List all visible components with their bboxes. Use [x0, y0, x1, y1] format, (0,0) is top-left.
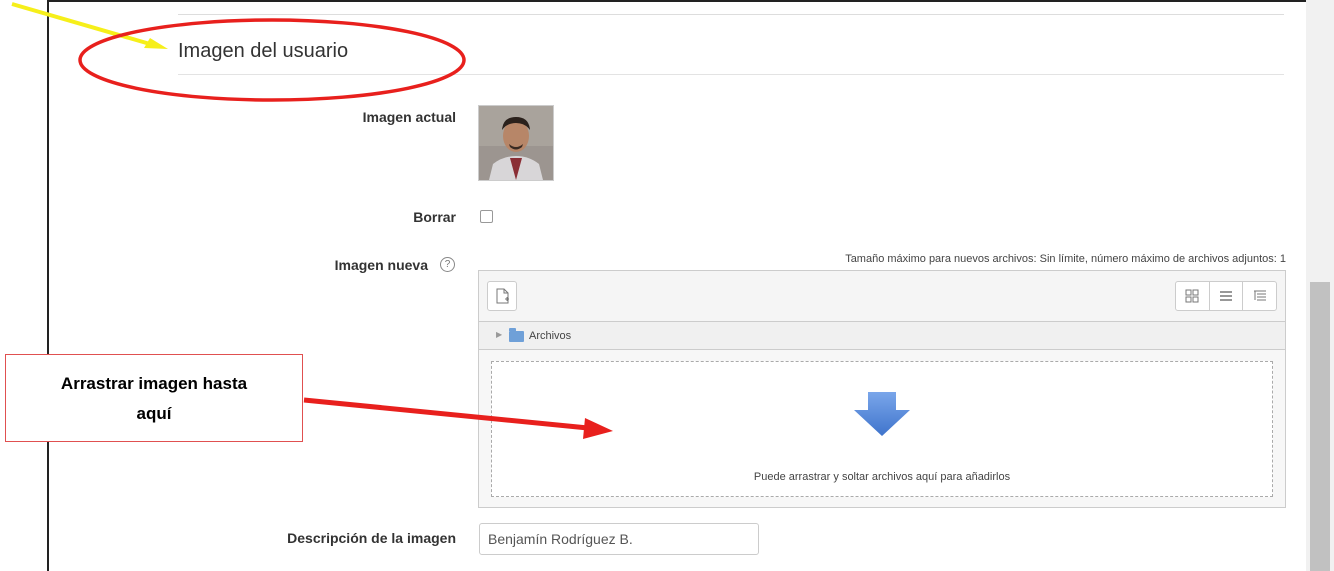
current-image-label: Imagen actual — [362, 109, 456, 125]
add-file-icon — [496, 288, 509, 304]
grid-view-icon — [1185, 289, 1199, 303]
callout-line-1: Arrastrar imagen hasta — [60, 374, 248, 393]
max-file-size-info: Tamaño máximo para nuevos archivos: Sin … — [845, 253, 1286, 265]
section-divider — [178, 74, 1284, 75]
delete-checkbox[interactable] — [480, 210, 493, 223]
add-file-button[interactable] — [487, 281, 517, 311]
path-folder-name[interactable]: Archivos — [529, 330, 571, 342]
file-picker-path: ▶ Archivos — [479, 322, 1285, 350]
file-drop-zone[interactable]: Puede arrastrar y soltar archivos aquí p… — [491, 361, 1273, 497]
annotation-callout-box: Arrastrar imagen hasta aquí — [5, 354, 303, 442]
drop-arrow-icon — [854, 392, 910, 436]
user-photo — [478, 105, 554, 181]
view-toggle-group — [1175, 281, 1277, 311]
section-header-imagen-usuario[interactable]: Imagen del usuario — [178, 40, 348, 63]
new-image-label: Imagen nueva — [334, 257, 428, 273]
list-view-icon — [1220, 291, 1232, 301]
folder-icon — [509, 328, 524, 342]
question-circle-icon[interactable]: ? — [440, 257, 455, 272]
list-view-button[interactable] — [1210, 282, 1244, 310]
image-description-label: Descripción de la imagen — [287, 530, 456, 546]
tree-view-button[interactable] — [1243, 282, 1276, 310]
tree-view-icon — [1253, 290, 1266, 301]
file-picker: ▶ Archivos Puede arrastrar y soltar arch… — [478, 270, 1286, 508]
drop-zone-text: Puede arrastrar y soltar archivos aquí p… — [753, 471, 1011, 483]
top-divider — [178, 14, 1284, 15]
delete-label: Borrar — [413, 209, 456, 225]
callout-line-2: aquí — [136, 404, 172, 423]
image-description-input[interactable] — [479, 523, 759, 555]
scrollbar-thumb[interactable] — [1310, 282, 1330, 571]
expand-triangle-icon[interactable]: ▶ — [496, 330, 502, 339]
file-picker-toolbar — [479, 271, 1285, 322]
grid-view-button[interactable] — [1176, 282, 1210, 310]
